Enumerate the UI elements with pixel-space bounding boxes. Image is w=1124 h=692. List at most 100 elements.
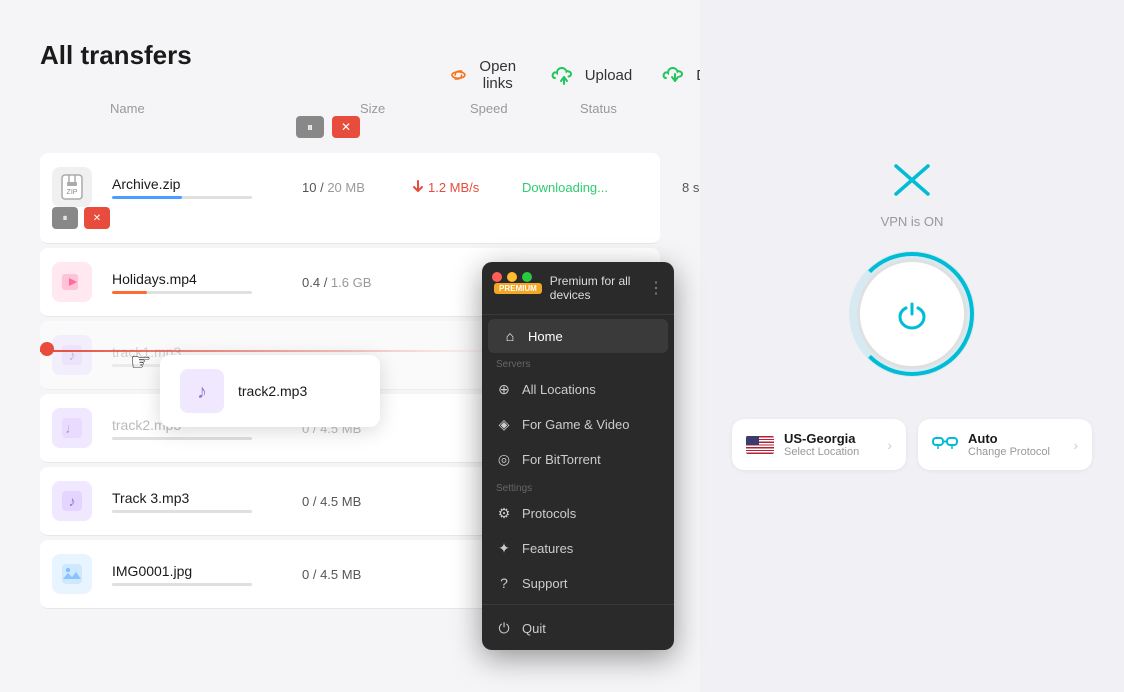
us-flag-icon xyxy=(746,436,774,454)
vpn-bottom-cards: US-Georgia Select Location › Auto xyxy=(732,419,1092,470)
file-size: 0 / 4.5 MB xyxy=(302,494,412,509)
torrent-icon: ◎ xyxy=(496,451,512,468)
features-icon: ✦ xyxy=(496,540,512,557)
progress-fill xyxy=(112,291,147,294)
vpn-connected-icon xyxy=(892,162,932,206)
vpn-power-button[interactable] xyxy=(857,259,967,369)
vpn-nav-bittorrent-label: For BitTorrent xyxy=(522,452,601,467)
file-name-container: Archive.zip xyxy=(112,176,302,199)
file-name-container: IMG0001.jpg xyxy=(112,563,302,586)
vpn-app-popup: PREMIUM Premium for all devices ⋮ ⌂ Home… xyxy=(482,262,674,650)
vpn-status-text: VPN is ON xyxy=(881,214,944,229)
file-size: 0 / 4.5 MB xyxy=(302,567,412,582)
col-speed: Speed xyxy=(470,101,580,116)
protocols-icon: ⚙ xyxy=(496,505,512,522)
vpn-nav-home[interactable]: ⌂ Home xyxy=(488,319,668,353)
progress-bar xyxy=(112,510,252,513)
vpn-protocol-title: Auto xyxy=(968,431,1050,446)
download-icon xyxy=(662,64,688,86)
stop-all-button[interactable]: ✕ xyxy=(332,116,360,138)
vpn-popup-header: PREMIUM Premium for all devices ⋮ xyxy=(482,262,674,315)
vpn-nav-all-locations[interactable]: ⊕ All Locations xyxy=(482,372,674,407)
table-header: Name Size Speed Status Time left ⏸ ✕ xyxy=(40,101,660,148)
file-name: Track 3.mp3 xyxy=(112,490,302,506)
vpn-power-ring xyxy=(850,252,974,376)
settings-section-label: Settings xyxy=(482,477,674,496)
upload-icon xyxy=(551,64,577,86)
vpn-location-subtitle: Select Location xyxy=(784,446,859,458)
file-name: Holidays.mp4 xyxy=(112,271,302,287)
row-stop-button[interactable]: ✕ xyxy=(84,207,110,229)
vpn-nav-features-label: Features xyxy=(522,541,573,556)
file-speed: 1.2 MB/s xyxy=(412,180,522,195)
svg-text:♪: ♪ xyxy=(197,381,207,403)
protocol-card-arrow: › xyxy=(1073,437,1078,453)
location-card-arrow: › xyxy=(887,437,892,453)
vpn-panel: VPN is ON US-Georgia Select Location › xyxy=(700,0,1124,692)
progress-bar xyxy=(112,437,252,440)
open-links-button[interactable]: Open links xyxy=(450,58,521,92)
file-icon-audio2: ♩ xyxy=(52,408,92,448)
header-actions: ⏸ ✕ xyxy=(296,116,360,138)
pause-all-button[interactable]: ⏸ xyxy=(296,116,324,138)
svg-text:ZIP: ZIP xyxy=(67,189,78,196)
drag-file-name: track2.mp3 xyxy=(238,383,307,399)
row-actions: ⏸ ✕ xyxy=(52,207,112,229)
svg-text:♪: ♪ xyxy=(69,493,76,509)
file-icon-zip: ZIP xyxy=(52,167,92,207)
file-size: 10 / 20 MB xyxy=(302,180,412,195)
drag-tooltip: ♪ track2.mp3 xyxy=(160,355,380,427)
vpn-nav-features[interactable]: ✦ Features xyxy=(482,531,674,566)
globe-icon: ⊕ xyxy=(496,381,512,398)
svg-text:♩: ♩ xyxy=(65,420,79,436)
close-traffic-light[interactable] xyxy=(492,272,502,282)
vpn-nav-home-label: Home xyxy=(528,329,563,344)
more-options-button[interactable]: ⋮ xyxy=(648,278,664,298)
vpn-nav-game-video-label: For Game & Video xyxy=(522,417,629,432)
table-row: ZIP Archive.zip 10 / 20 MB 1.2 MB/s Down… xyxy=(40,153,660,244)
vpn-protocol-card[interactable]: Auto Change Protocol › xyxy=(918,419,1092,470)
file-icon-audio: ♪ xyxy=(52,335,92,375)
minimize-traffic-light[interactable] xyxy=(507,272,517,282)
open-links-label: Open links xyxy=(475,58,521,92)
vpn-location-title: US-Georgia xyxy=(784,431,859,446)
vpn-nav-protocols[interactable]: ⚙ Protocols xyxy=(482,496,674,531)
servers-section-label: Servers xyxy=(482,353,674,372)
upload-button[interactable]: Upload xyxy=(551,64,633,86)
file-name-container: Track 3.mp3 xyxy=(112,490,302,513)
row-pause-button[interactable]: ⏸ xyxy=(52,207,78,229)
vpn-nav-support[interactable]: ? Support xyxy=(482,566,674,600)
progress-bar xyxy=(112,583,252,586)
vpn-protocol-subtitle: Change Protocol xyxy=(968,446,1050,458)
cursor-hand: ☜ xyxy=(130,348,152,377)
drag-file-icon: ♪ xyxy=(180,369,224,413)
vpn-nav: ⌂ Home Servers ⊕ All Locations ◈ For Gam… xyxy=(482,315,674,604)
premium-badge: PREMIUM xyxy=(494,283,542,294)
vpn-nav-quit-label: Quit xyxy=(522,621,546,636)
file-status: Downloading... xyxy=(522,180,682,195)
maximize-traffic-light[interactable] xyxy=(522,272,532,282)
vpn-brand-name: Premium for all devices xyxy=(550,274,662,302)
vpn-nav-all-locations-label: All Locations xyxy=(522,382,596,397)
col-name: Name xyxy=(110,101,360,116)
vpn-location-text: US-Georgia Select Location xyxy=(784,431,859,458)
traffic-lights xyxy=(492,272,532,282)
vpn-nav-bittorrent[interactable]: ◎ For BitTorrent xyxy=(482,442,674,477)
support-icon: ? xyxy=(496,575,512,591)
file-name-container: Holidays.mp4 xyxy=(112,271,302,294)
protocol-icon xyxy=(932,434,958,456)
vpn-nav-game-video[interactable]: ◈ For Game & Video xyxy=(482,407,674,442)
vpn-popup-bottom: ⏻ Quit xyxy=(482,604,674,650)
progress-bar xyxy=(112,196,252,199)
drag-origin-dot xyxy=(40,342,54,356)
progress-bar xyxy=(112,291,252,294)
file-size: 0.4 / 1.6 GB xyxy=(302,275,412,290)
file-icon-audio: ♪ xyxy=(52,481,92,521)
progress-fill xyxy=(112,196,182,199)
game-icon: ◈ xyxy=(496,416,512,433)
col-size: Size xyxy=(360,101,470,116)
upload-label: Upload xyxy=(585,67,633,84)
vpn-nav-quit[interactable]: ⏻ Quit xyxy=(482,611,674,646)
vpn-protocol-text: Auto Change Protocol xyxy=(968,431,1050,458)
vpn-location-card[interactable]: US-Georgia Select Location › xyxy=(732,419,906,470)
